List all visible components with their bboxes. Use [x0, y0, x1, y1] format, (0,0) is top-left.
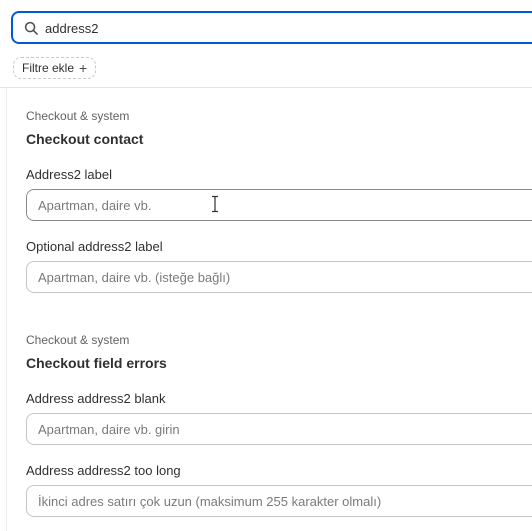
section-category: Checkout & system: [26, 109, 130, 123]
section-category: Checkout & system: [26, 333, 130, 347]
field-address2-too-long: Address address2 too long: [26, 463, 532, 517]
add-filter-label: Filtre ekle: [22, 61, 75, 75]
field-label: Address2 label: [26, 167, 112, 182]
section-checkout-field-errors: Checkout & system Checkout field errors …: [26, 332, 532, 517]
field-optional-address2-label: Optional address2 label: [26, 239, 532, 293]
section-title: Checkout contact: [26, 131, 144, 147]
field-address2-blank: Address address2 blank: [26, 391, 532, 445]
search-icon: [24, 21, 38, 35]
address2-blank-input[interactable]: [26, 413, 532, 445]
search-input[interactable]: [45, 17, 525, 39]
field-label: Address address2 blank: [26, 391, 166, 406]
optional-address2-label-input[interactable]: [26, 261, 532, 293]
field-label: Address address2 too long: [26, 463, 181, 478]
field-label: Optional address2 label: [26, 239, 163, 254]
translation-search-page: Filtre ekle + Checkout & system Checkout…: [0, 0, 532, 531]
address2-too-long-input[interactable]: [26, 485, 532, 517]
add-filter-button[interactable]: Filtre ekle +: [13, 57, 97, 79]
address2-label-input[interactable]: [26, 189, 532, 221]
search-results: Checkout & system Checkout contact Addre…: [6, 88, 532, 531]
section-checkout-contact: Checkout & system Checkout contact Addre…: [26, 108, 532, 293]
field-address2-label: Address2 label: [26, 167, 532, 221]
section-title: Checkout field errors: [26, 355, 167, 371]
search-bar[interactable]: [11, 11, 532, 44]
plus-icon: +: [79, 60, 88, 76]
filter-bar: Filtre ekle +: [0, 50, 532, 88]
